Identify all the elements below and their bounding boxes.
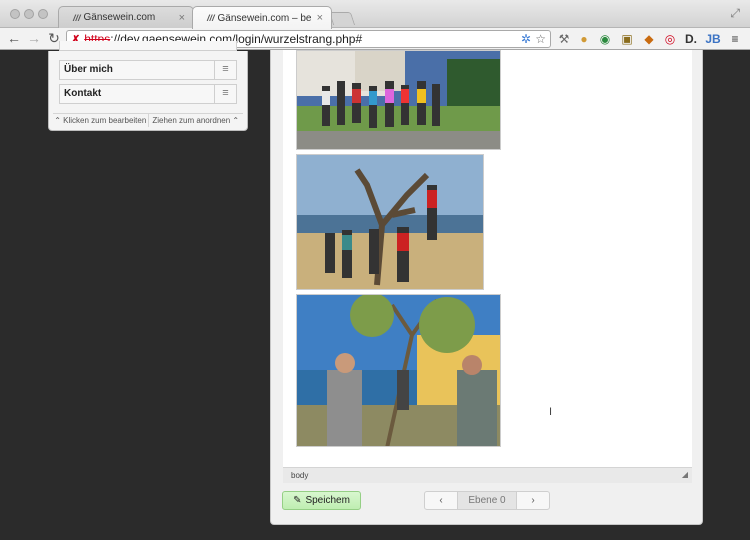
editor-window: body ◢ ✎ Speichem ‹ Ebene 0 › — [270, 50, 703, 525]
previous-level-button[interactable]: ‹ — [425, 492, 457, 509]
tab-gaensewein-edit[interactable]: /// Gänsewein.com – bearbeit × — [192, 6, 332, 29]
extension-bug-icon[interactable]: ✲ — [518, 31, 534, 47]
site-favicon-icon: /// — [73, 12, 81, 23]
wrench-icon[interactable]: ⚒ — [556, 31, 572, 47]
element-path[interactable]: body — [291, 471, 308, 480]
photo-group-meadow[interactable] — [296, 50, 501, 150]
shield-extension-icon[interactable]: ◆ — [641, 31, 657, 47]
save-label: Speichem — [305, 495, 350, 506]
lock-extension-icon[interactable]: ▣ — [619, 31, 635, 47]
menu-item-kontakt[interactable]: Kontakt ≡ — [59, 84, 237, 104]
site-favicon-icon: /// — [207, 13, 215, 23]
new-tab-button[interactable] — [328, 12, 356, 25]
menu-item-label: Über mich — [64, 64, 113, 75]
close-icon[interactable]: × — [317, 12, 323, 24]
jb-extension-icon[interactable]: JB — [705, 31, 721, 47]
menu-icon[interactable]: ≡ — [727, 31, 743, 47]
element-path-bar: body ◢ — [283, 467, 692, 483]
reorder-hint[interactable]: Ziehen zum anordnen ⌃ — [147, 114, 244, 127]
globe-icon[interactable]: ◉ — [597, 31, 613, 47]
drag-handle-icon[interactable]: ≡ — [214, 60, 236, 80]
cookie-icon[interactable]: ● — [576, 31, 592, 47]
save-button[interactable]: ✎ Speichem — [282, 491, 361, 510]
close-window-button[interactable] — [10, 9, 20, 19]
next-level-button[interactable]: › — [517, 492, 549, 509]
photo-men-coast[interactable] — [296, 294, 501, 447]
menu-panel-footer: ⌃ Klicken zum bearbeiten Ziehen zum anor… — [53, 113, 243, 127]
minimize-window-button[interactable] — [24, 9, 34, 19]
menu-item-label: Kontakt — [64, 88, 102, 99]
browser-titlebar: /// Gänsewein.com × /// Gänsewein.com – … — [0, 0, 750, 29]
opera-extension-icon[interactable]: ◎ — [662, 31, 678, 47]
level-indicator: Ebene 0 — [457, 492, 517, 509]
zoom-window-button[interactable] — [38, 9, 48, 19]
tab-label: Gänsewein.com – bearbeit — [217, 12, 311, 24]
close-icon[interactable]: × — [179, 12, 185, 24]
back-arrow-icon[interactable]: ← — [6, 30, 22, 46]
fullscreen-icon[interactable]: ⤢ — [730, 6, 740, 21]
menu-panel: Über mich ≡ Kontakt ≡ ⌃ Klicken zum bear… — [48, 41, 248, 131]
tab-gaensewein[interactable]: /// Gänsewein.com × — [58, 6, 194, 28]
edit-hint[interactable]: ⌃ Klicken zum bearbeiten — [53, 114, 148, 127]
text-cursor-icon: I — [549, 406, 553, 418]
menu-item-ueber-mich[interactable]: Über mich ≡ — [59, 60, 237, 80]
menu-item-partial[interactable] — [59, 41, 237, 51]
resize-grip-icon[interactable]: ◢ — [682, 467, 688, 482]
drag-handle-icon[interactable]: ≡ — [214, 84, 236, 104]
editor-content-area[interactable] — [283, 50, 692, 467]
tab-label: Gänsewein.com — [83, 12, 156, 23]
forward-arrow-icon[interactable]: → — [26, 30, 42, 46]
d-extension-icon[interactable]: D. — [683, 31, 699, 47]
pencil-icon: ✎ — [293, 495, 302, 506]
level-pager: ‹ Ebene 0 › — [424, 491, 550, 510]
bookmark-star-icon[interactable]: ☆ — [535, 32, 546, 46]
photo-group-driftwood[interactable] — [296, 154, 484, 290]
